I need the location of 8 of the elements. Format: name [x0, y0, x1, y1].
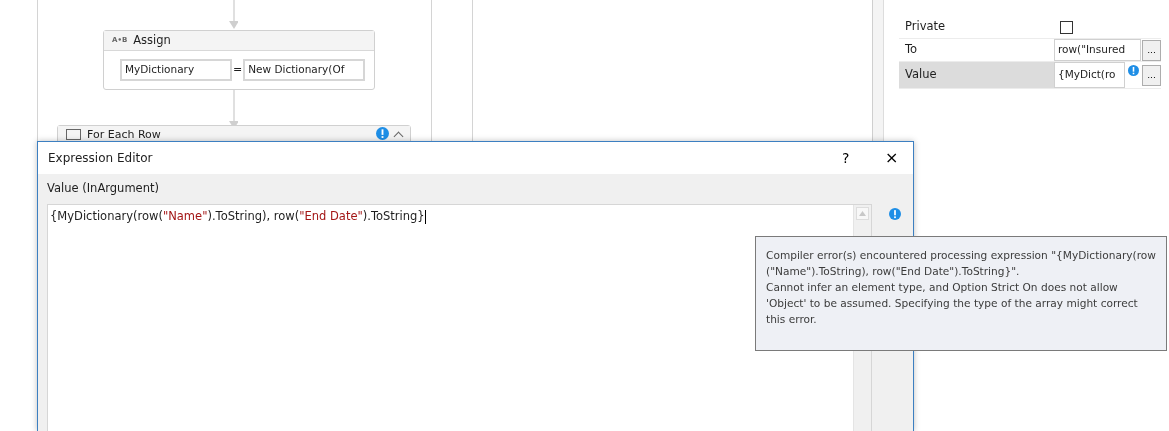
field-label: Value (InArgument)	[38, 174, 913, 204]
property-label: Private	[904, 18, 947, 36]
property-label: Value	[904, 66, 938, 84]
activity-title: For Each Row	[87, 127, 161, 143]
property-label: To	[904, 41, 919, 59]
equals-sign: =	[233, 61, 243, 78]
activity-title: Assign	[133, 31, 171, 49]
expression-text: {MyDictionary(row("Name").ToString), row("End Date").ToString}	[50, 209, 425, 223]
